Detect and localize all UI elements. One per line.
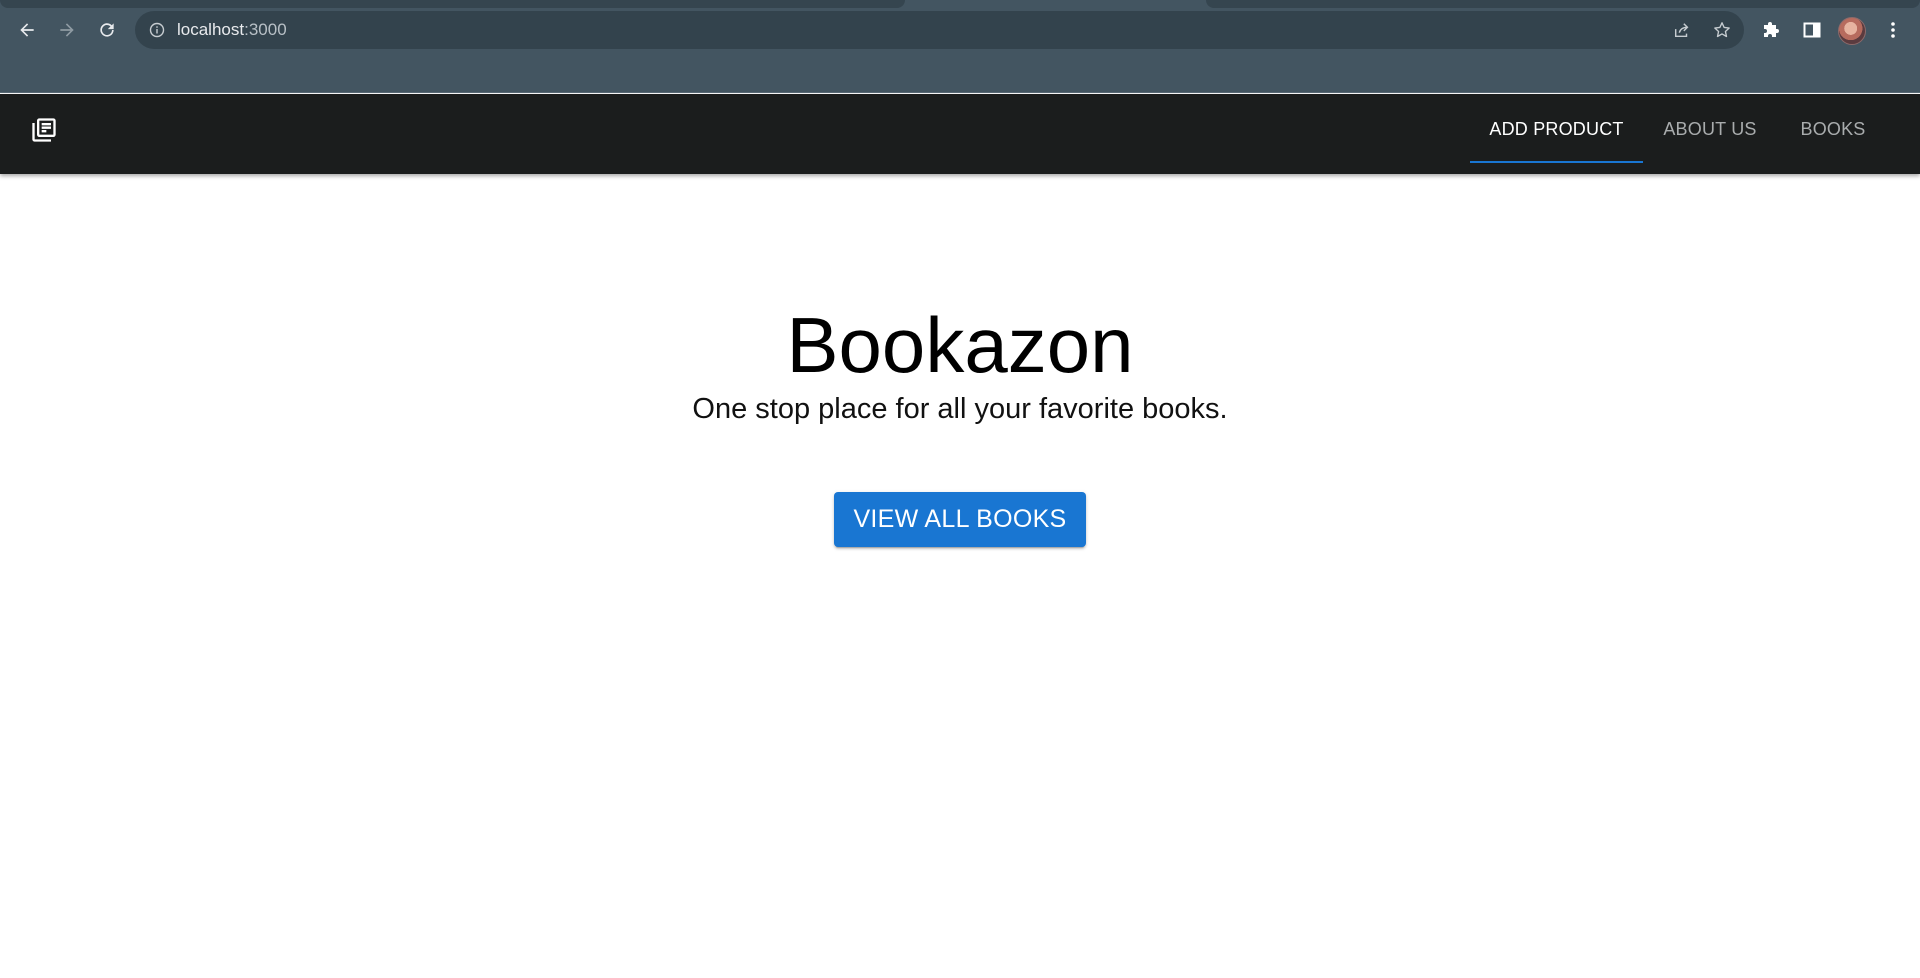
hero-subtitle: One stop place for all your favorite boo… [692,393,1228,425]
tab-add-product[interactable]: ADD PRODUCT [1470,94,1643,164]
chrome-menu-button[interactable] [1880,17,1906,43]
reload-icon [100,23,114,37]
tab-about-us[interactable]: ABOUT US [1643,94,1777,164]
url-text[interactable]: localhost:3000 [177,20,287,40]
tab-label: BOOKS [1800,118,1866,139]
side-panel-button[interactable] [1799,17,1825,43]
side-panel-icon [1803,22,1821,38]
address-bar[interactable]: localhost:3000 [135,11,1744,49]
forward-button[interactable] [52,15,82,45]
browser-toolbar: localhost:3000 [0,11,1920,49]
extensions-button[interactable] [1759,17,1785,43]
library-books-icon[interactable] [30,116,58,144]
tab-label: ABOUT US [1663,118,1757,139]
puzzle-icon [1764,22,1779,37]
info-icon[interactable] [149,22,165,38]
app-navbar: ADD PRODUCT ABOUT US BOOKS [0,94,1920,174]
forward-arrow-icon [60,23,74,37]
star-icon [1714,22,1730,38]
share-icon [1674,23,1689,38]
browser-tab[interactable] [1206,0,1920,8]
hero-title: Bookazon [786,301,1134,389]
share-button[interactable] [1672,20,1692,40]
url-host: localhost [177,20,245,39]
back-button[interactable] [12,15,42,45]
profile-avatar[interactable] [1838,17,1866,45]
tab-books[interactable]: BOOKS [1777,94,1889,164]
back-arrow-icon [20,23,34,37]
bookmark-button[interactable] [1712,20,1732,40]
active-tab-indicator [1470,161,1643,163]
browser-tab[interactable] [0,0,905,8]
kebab-menu-icon [1891,22,1895,38]
browser-chrome: localhost:3000 [0,0,1920,93]
reload-button[interactable] [92,15,122,45]
tab-label: ADD PRODUCT [1489,118,1624,139]
view-all-books-button[interactable]: VIEW ALL BOOKS [834,492,1086,547]
url-port: :3000 [244,20,287,39]
tab-strip [0,0,1920,8]
